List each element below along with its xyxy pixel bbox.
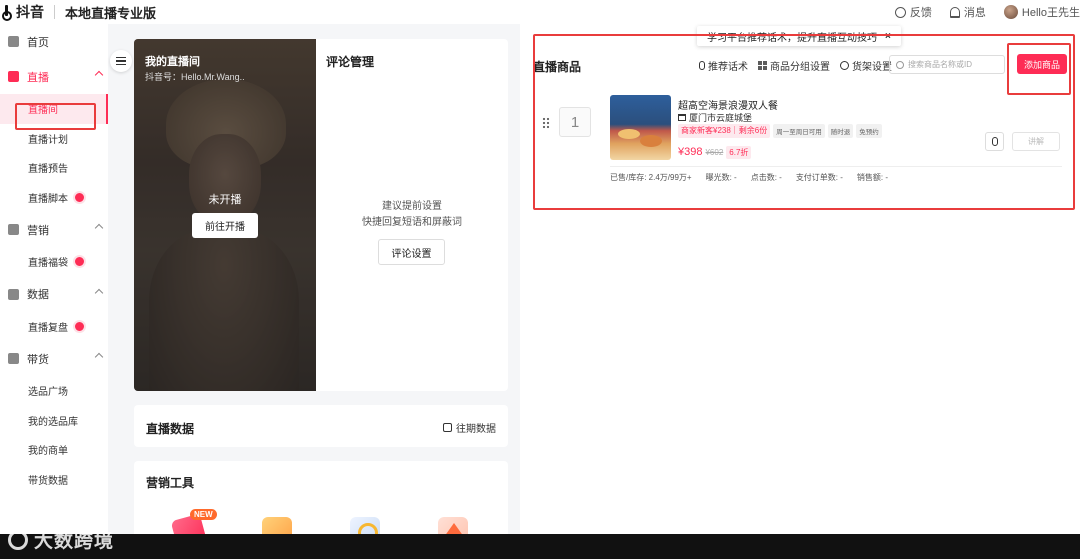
feedback-button[interactable]: 反馈 — [894, 4, 932, 20]
messages-label: 消息 — [963, 7, 986, 19]
sidebar-home-label: 首页 — [27, 36, 49, 49]
live-room-card: 我的直播间 抖音号：Hello.Mr.Wang.. 未开播 前往开播 评论管理 … — [134, 39, 508, 391]
sidebar-group-goods-label: 带货 — [27, 353, 49, 366]
sidebar-item-live-preview[interactable]: 直播预告 — [0, 153, 108, 183]
top-bar: 抖音 本地直播专业版 反馈 消息 Hello王先生 — [0, 0, 1080, 24]
sidebar-group-marketing[interactable]: 营销 — [0, 212, 108, 247]
new-badge: NEW — [190, 509, 217, 520]
live-room-title: 我的直播间 — [145, 56, 200, 68]
avatar — [1003, 5, 1018, 19]
sidebar-item-live-review[interactable]: 直播复盘 — [0, 312, 108, 342]
sidebar-item-live-script[interactable]: 直播脚本 — [0, 183, 108, 213]
sidebar-item-selection-square[interactable]: 选品广场 — [0, 376, 108, 406]
sidebar-group-goods[interactable]: 带货 — [0, 341, 108, 376]
sidebar-item-label: 直播脚本 — [28, 193, 68, 205]
watermark: 大数跨境 — [8, 526, 114, 553]
history-icon — [443, 423, 452, 432]
history-data-link[interactable]: 往期数据 — [443, 420, 496, 435]
live-icon — [8, 71, 19, 82]
menu-collapse-icon — [116, 57, 126, 65]
live-data-card: 直播数据 往期数据 — [134, 405, 508, 447]
sidebar-group-live-label: 直播 — [27, 71, 49, 84]
douyin-logo-icon — [2, 5, 12, 21]
sidebar-home[interactable]: 首页 — [0, 24, 108, 59]
sidebar-group-data[interactable]: 数据 — [0, 277, 108, 312]
header-actions: 反馈 消息 Hello王先生 — [894, 0, 1080, 24]
highlight-annotation-add-button — [1007, 43, 1071, 95]
sidebar-group-live[interactable]: 直播 — [0, 59, 108, 94]
sidebar-item-label: 选品广场 — [28, 387, 68, 399]
new-dot-icon — [73, 190, 86, 204]
history-data-label: 往期数据 — [456, 424, 496, 435]
watermark-logo-icon — [8, 529, 28, 550]
sidebar-item-goods-data[interactable]: 带货数据 — [0, 465, 108, 495]
start-live-button[interactable]: 前往开播 — [192, 213, 258, 238]
bottom-strip — [0, 534, 1080, 559]
sidebar-group-marketing-label: 营销 — [27, 224, 49, 237]
watermark-text: 大数跨境 — [34, 531, 115, 552]
sidebar-group-data-label: 数据 — [27, 289, 49, 301]
sidebar-item-label: 直播复盘 — [28, 322, 68, 334]
sidebar-item-my-orders[interactable]: 我的商单 — [0, 435, 108, 465]
product-title: 本地直播专业版 — [65, 5, 157, 21]
bag-icon — [8, 353, 19, 364]
collapse-sidebar-button[interactable] — [110, 50, 132, 72]
smile-icon — [894, 6, 906, 18]
app-name: 抖音 — [16, 4, 44, 20]
highlight-annotation-live-room — [15, 103, 96, 130]
marketing-tools-card: 营销工具 NEW — [134, 461, 508, 541]
chevron-up-icon — [94, 352, 104, 362]
sidebar-item-label: 直播福袋 — [28, 258, 68, 270]
comments-title: 评论管理 — [326, 55, 375, 69]
sidebar-item-label: 直播计划 — [28, 134, 68, 146]
chevron-up-icon — [94, 288, 104, 297]
sidebar: 首页 直播 直播间 直播计划 直播预告 直播脚本 营销 直播福袋 数据 直播复盘… — [0, 24, 108, 534]
live-status: 未开播 — [208, 194, 242, 206]
bell-icon — [949, 6, 960, 18]
data-icon — [8, 288, 19, 300]
flame-icon — [8, 224, 19, 235]
sidebar-item-lucky-bag[interactable]: 直播福袋 — [0, 247, 108, 277]
header-divider — [54, 5, 55, 19]
douyin-logo[interactable]: 抖音 — [2, 2, 44, 22]
new-dot-icon — [73, 319, 86, 333]
live-room-account: 抖音号：Hello.Mr.Wang.. — [145, 72, 245, 82]
new-dot-icon — [73, 255, 86, 269]
sidebar-item-label: 我的商单 — [28, 446, 68, 458]
messages-button[interactable]: 消息 — [949, 4, 986, 20]
user-menu[interactable]: Hello王先生 — [1003, 4, 1080, 20]
marketing-tools-title: 营销工具 — [146, 476, 195, 490]
chevron-up-icon — [94, 223, 104, 233]
live-data-title: 直播数据 — [146, 422, 195, 436]
comments-tip-line2: 快捷回复短语和屏蔽词 — [362, 217, 462, 228]
highlight-annotation-products — [533, 34, 1075, 210]
feedback-label: 反馈 — [909, 7, 932, 19]
comments-tip-line1: 建议提前设置 — [382, 201, 442, 212]
home-icon — [8, 36, 19, 47]
user-name: Hello王先生 — [1021, 7, 1080, 19]
comment-settings-button[interactable]: 评论设置 — [378, 239, 445, 265]
sidebar-item-label: 直播预告 — [28, 164, 68, 176]
sidebar-item-selection-library[interactable]: 我的选品库 — [0, 406, 108, 436]
sidebar-item-label: 带货数据 — [28, 475, 68, 487]
chevron-up-icon — [94, 70, 104, 80]
sidebar-item-label: 我的选品库 — [28, 416, 78, 428]
live-preview: 我的直播间 抖音号：Hello.Mr.Wang.. 未开播 前往开播 — [134, 39, 316, 391]
